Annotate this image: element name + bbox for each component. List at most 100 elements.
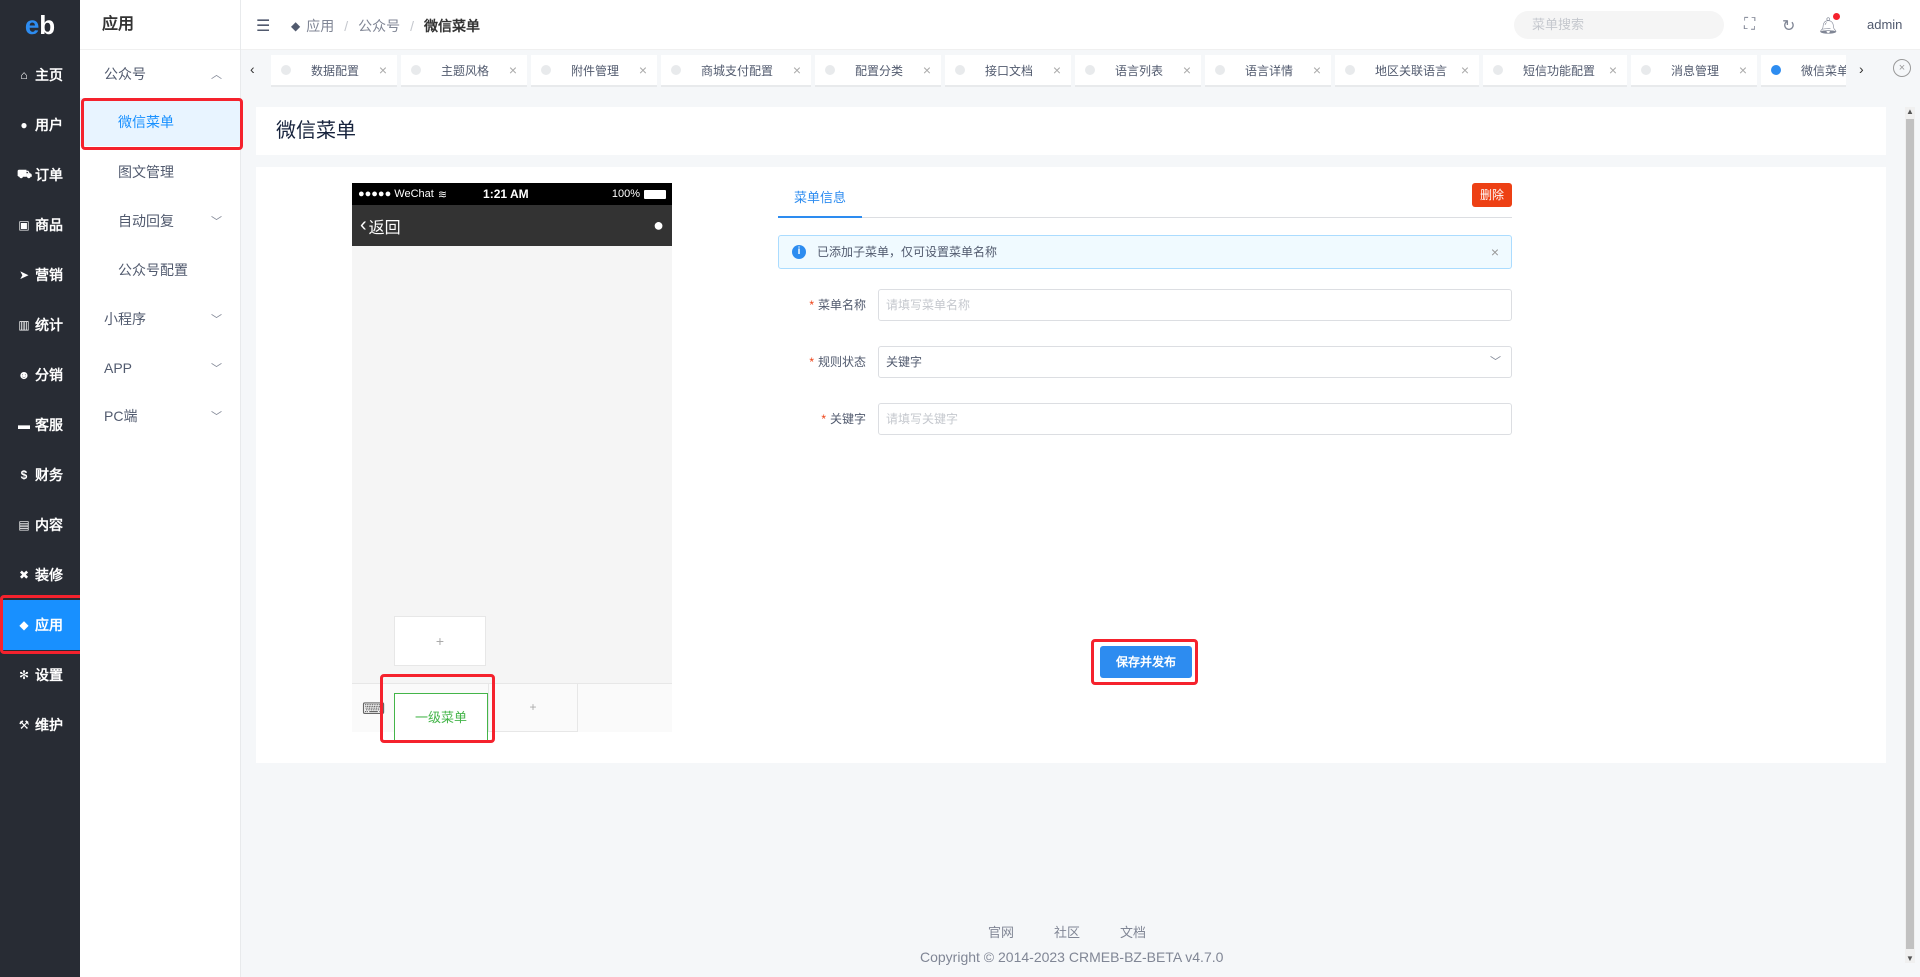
team-icon: ☻ (17, 368, 31, 382)
tab-list: 数据配置 × 主题风格 × 附件管理 × 商城支付配置 × 配置分类 × 接口文档 × 语言… (271, 55, 1846, 87)
close-icon[interactable]: × (1313, 62, 1321, 78)
footer-link-official-site[interactable]: 官网 (988, 922, 1014, 941)
user-name[interactable]: admin (1867, 17, 1902, 32)
close-icon[interactable]: × (923, 62, 931, 78)
user-icon: ● (20, 118, 28, 132)
close-icon[interactable]: × (639, 62, 647, 78)
page-scrollbar[interactable]: ▲ ▼ (1905, 107, 1915, 963)
keyword-input[interactable]: 请填写关键字 (878, 403, 1512, 435)
close-icon[interactable]: × (793, 62, 801, 78)
tab-item[interactable]: 数据配置 × (271, 55, 397, 87)
submenu-title: 应用 (80, 0, 240, 50)
tab-menu-info[interactable]: 菜单信息 (778, 183, 863, 218)
top-header: ☰ ◆ 应用 / 公众号 / 微信菜单 菜单搜索 ⛶ ↻ 🔔︎ admin (241, 0, 1920, 50)
submenu-group-pc[interactable]: PC端 ﹀ (80, 392, 240, 440)
add-menu-button[interactable]: + (488, 683, 578, 732)
first-level-menu-item[interactable]: 一级菜单 (394, 693, 488, 742)
delete-button[interactable]: 删除 (1472, 183, 1512, 207)
info-icon: i (792, 245, 806, 259)
refresh-icon[interactable]: ↻ (1782, 16, 1795, 36)
close-icon[interactable]: × (379, 62, 387, 78)
nav-item-distribution[interactable]: ☻ 分销 (0, 350, 80, 400)
submenu-item-auto-reply[interactable]: 自动回复 ﹀ (80, 197, 240, 245)
tab-item[interactable]: 地区关联语言 × (1335, 55, 1479, 87)
nav-item-stats[interactable]: ▥ 统计 (0, 300, 80, 350)
tools-icon: ✖ (18, 568, 30, 582)
submenu-group-official-account[interactable]: 公众号 ︿ (80, 50, 240, 98)
copyright-text: Copyright © 2014-2023 CRMEB-BZ-BETA v4.7… (920, 949, 1224, 965)
nav-item-apps[interactable]: ◆ 应用 (0, 600, 80, 650)
menu-collapse-icon[interactable]: ☰ (256, 16, 270, 36)
nav-item-user[interactable]: ● 用户 (0, 100, 80, 150)
submenu-item-account-config[interactable]: 公众号配置 (80, 246, 240, 294)
phone-screen (352, 246, 672, 666)
cube-icon: ◆ (19, 618, 29, 632)
nav-item-marketing[interactable]: ➤ 营销 (0, 250, 80, 300)
back-label: 返回 (368, 219, 401, 237)
keyboard-icon: ⌨ (362, 701, 386, 718)
add-submenu-button[interactable]: + (394, 616, 486, 666)
footer-link-community[interactable]: 社区 (1054, 922, 1080, 941)
home-icon: ⌂ (20, 68, 28, 82)
close-icon[interactable]: × (1053, 62, 1061, 78)
carrier-label: ●●●●● WeChat (358, 188, 434, 200)
nav-item-content[interactable]: ▤ 内容 (0, 500, 80, 550)
tab-item-active[interactable]: 微信菜单 (1761, 55, 1846, 87)
nav-item-home[interactable]: ⌂ 主页 (0, 50, 80, 100)
tab-item[interactable]: 语言详情 × (1205, 55, 1331, 87)
scroll-up-icon[interactable]: ▲ (1905, 107, 1915, 116)
chevron-down-icon: ﹀ (211, 314, 222, 326)
chevron-down-icon: ﹀ (211, 216, 222, 228)
tab-item[interactable]: 配置分类 × (815, 55, 941, 87)
save-publish-button[interactable]: 保存并发布 (1100, 646, 1192, 678)
shop-icon: ▣ (18, 218, 30, 232)
scrollbar-thumb[interactable] (1906, 119, 1914, 949)
close-icon[interactable]: × (1183, 62, 1191, 78)
hammer-icon: ⚒ (18, 718, 30, 732)
tab-item[interactable]: 语言列表 × (1075, 55, 1201, 87)
profile-icon: ● (653, 215, 664, 235)
submenu-item-wechat-menu[interactable]: 微信菜单 (80, 98, 240, 146)
secondary-menu: 应用 公众号 ︿ 微信菜单 图文管理 自动回复 ﹀ 公众号配置 小程序 ﹀ APP ﹀ … (80, 0, 241, 977)
app-logo[interactable]: eb (0, 0, 80, 50)
footer-link-docs[interactable]: 文档 (1120, 922, 1146, 941)
battery-icon (644, 189, 666, 199)
close-icon[interactable]: × (1461, 62, 1469, 78)
nav-item-product[interactable]: ▣ 商品 (0, 200, 80, 250)
submenu-group-mini-program[interactable]: 小程序 ﹀ (80, 295, 240, 343)
breadcrumb-item[interactable]: 应用 (306, 16, 334, 36)
tab-item[interactable]: 接口文档 × (945, 55, 1071, 87)
nav-item-maintenance[interactable]: ⚒ 维护 (0, 700, 80, 750)
menu-name-input[interactable]: 请填写菜单名称 (878, 289, 1512, 321)
submenu-group-app[interactable]: APP ﹀ (80, 344, 240, 392)
rule-status-select[interactable]: 关键字 ﹀ (878, 346, 1512, 378)
tab-item[interactable]: 商城支付配置 × (661, 55, 811, 87)
nav-item-service[interactable]: ▬ 客服 (0, 400, 80, 450)
nav-item-decoration[interactable]: ✖ 装修 (0, 550, 80, 600)
close-icon[interactable]: × (1491, 236, 1499, 268)
nav-item-finance[interactable]: $ 财务 (0, 450, 80, 500)
menu-search-input[interactable]: 菜单搜索 (1514, 11, 1724, 39)
submenu-item-news[interactable]: 图文管理 (80, 148, 240, 196)
chart-icon: ▥ (18, 318, 30, 332)
nav-item-settings[interactable]: ✻ 设置 (0, 650, 80, 700)
fullscreen-icon[interactable]: ⛶ (1744, 16, 1755, 34)
nav-item-order[interactable]: ⛟ 订单 (0, 150, 80, 200)
send-icon: ➤ (18, 268, 30, 282)
main-nav-rail: eb ⌂ 主页 ● 用户 ⛟ 订单 ▣ 商品 ➤ 营销 ▥ 统计 ☻ 分销 ▬ 客服 $ 财务 ▤… (0, 0, 80, 977)
scroll-down-icon[interactable]: ▼ (1905, 954, 1915, 963)
tabs-scroll-right-icon[interactable]: › (1859, 61, 1864, 77)
close-all-tabs-icon[interactable]: × (1893, 59, 1911, 77)
tab-item[interactable]: 消息管理 × (1631, 55, 1757, 87)
close-icon[interactable]: × (1609, 62, 1617, 78)
tabs-scroll-left-icon[interactable]: ‹ (250, 61, 255, 77)
tab-item[interactable]: 附件管理 × (531, 55, 657, 87)
chevron-down-icon: ﹀ (1490, 356, 1501, 368)
tab-item[interactable]: 主题风格 × (401, 55, 527, 87)
breadcrumb: ◆ 应用 / 公众号 / 微信菜单 (291, 16, 481, 36)
phone-nav-bar: ‹ 返回 ● (352, 205, 672, 246)
tab-item[interactable]: 短信功能配置 × (1483, 55, 1627, 87)
breadcrumb-item[interactable]: 公众号 (358, 16, 400, 36)
close-icon[interactable]: × (509, 62, 517, 78)
close-icon[interactable]: × (1739, 62, 1747, 78)
